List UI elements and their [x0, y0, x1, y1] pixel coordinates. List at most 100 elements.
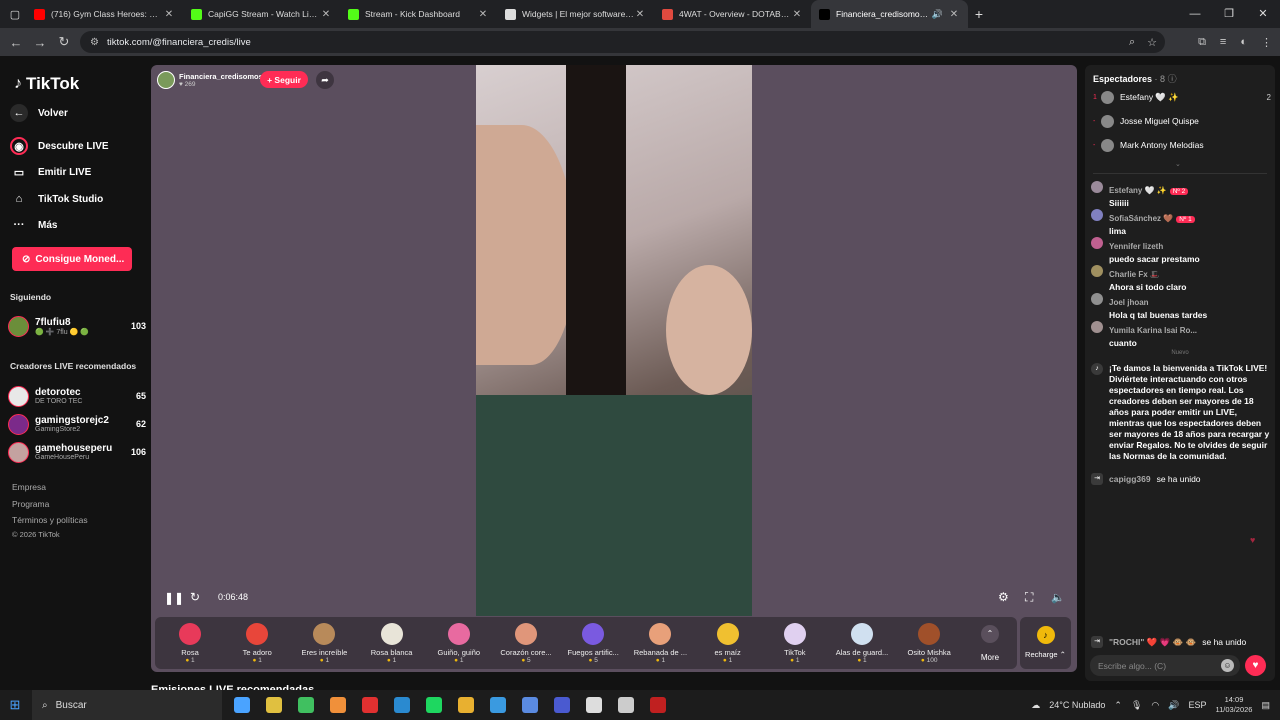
taskbar-app-icon[interactable]: [642, 690, 674, 720]
avatar[interactable]: [1091, 209, 1103, 221]
viewers-header[interactable]: Espectadores · 8 ⓘ: [1093, 72, 1177, 85]
notifications-icon[interactable]: ▤: [1261, 700, 1270, 711]
wifi-icon[interactable]: ◠: [1151, 700, 1159, 711]
recommended-creator[interactable]: gamingstorejc2 GamingStore2 62: [8, 412, 146, 436]
browser-menu-icon[interactable]: ⋮: [1261, 36, 1272, 49]
avatar[interactable]: [1091, 265, 1103, 277]
taskbar-search[interactable]: ⌕ Buscar: [32, 690, 222, 720]
weather-text[interactable]: 24°C Nublado: [1049, 700, 1105, 710]
speaker-icon[interactable]: 🔊: [932, 9, 943, 20]
gift-item[interactable]: Rebanada de ... ● 1: [627, 617, 693, 669]
info-icon[interactable]: ⓘ: [1168, 74, 1177, 84]
nav-volver[interactable]: ← Volver: [10, 104, 140, 122]
minimize-button[interactable]: —: [1178, 0, 1212, 28]
url-text[interactable]: tiktok.com/@financiera_credis/live: [107, 37, 251, 48]
chat-username[interactable]: SofiaSánchez 🤎: [1109, 214, 1173, 223]
profile-avatar-icon[interactable]: ◐: [1240, 36, 1247, 48]
taskbar-app-icon[interactable]: [578, 690, 610, 720]
like-heart-button[interactable]: ♥: [1245, 655, 1266, 676]
chevron-down-icon[interactable]: ⌄: [1175, 160, 1181, 168]
viewer-row[interactable]: - Mark Antony Melodias: [1093, 137, 1271, 153]
gift-item[interactable]: Osito Mishka ● 100: [896, 617, 962, 669]
nav-emitir-live[interactable]: ▭ Emitir LIVE: [10, 163, 140, 181]
gift-item[interactable]: Rosa ● 1: [157, 617, 223, 669]
footer-programa[interactable]: Programa: [12, 499, 49, 509]
taskbar-app-icon[interactable]: [450, 690, 482, 720]
comment-input[interactable]: Escribe algo... (C) ☺: [1090, 655, 1240, 676]
gift-item[interactable]: Corazón core... ● 5: [493, 617, 559, 669]
close-tab-icon[interactable]: ✕: [320, 9, 332, 20]
clock[interactable]: 14:09 11/03/2026: [1216, 695, 1253, 715]
taskbar-app-icon[interactable]: [258, 690, 290, 720]
taskbar-app-icon[interactable]: [610, 690, 642, 720]
nav-mas[interactable]: ··· Más: [10, 216, 140, 234]
fullscreen-icon[interactable]: ⛶: [1025, 590, 1033, 605]
gift-item[interactable]: Alas de guard... ● 1: [829, 617, 895, 669]
back-button[interactable]: ←: [4, 35, 28, 50]
tab-search-icon[interactable]: ▢: [4, 3, 26, 25]
avatar[interactable]: [1091, 321, 1103, 333]
browser-tab[interactable]: Financiera_credisomos (@fin🔊✕: [811, 0, 968, 28]
gift-item[interactable]: Guiño, guiño ● 1: [426, 617, 492, 669]
chat-username[interactable]: Yennifer lizeth: [1109, 242, 1163, 251]
avatar[interactable]: [1091, 181, 1103, 193]
recommended-creator[interactable]: detorotec DE TORO TEC 65: [8, 384, 146, 408]
taskbar-app-icon[interactable]: [514, 690, 546, 720]
windows-start-icon[interactable]: ⊞: [0, 697, 30, 713]
volume-icon[interactable]: 🔊: [1168, 700, 1179, 711]
taskbar-app-icon[interactable]: [418, 690, 450, 720]
more-gifts-button[interactable]: ⌃ More: [970, 625, 1010, 662]
avatar[interactable]: [1091, 237, 1103, 249]
taskbar-app-icon[interactable]: [322, 690, 354, 720]
pause-icon[interactable]: ❚❚: [164, 591, 184, 605]
chat-username[interactable]: Estefany 🤍 ✨: [1109, 186, 1167, 195]
site-info-icon[interactable]: ⚙: [90, 37, 99, 48]
chat-username[interactable]: Charlie Fx 🎩: [1109, 270, 1160, 279]
recommended-creator[interactable]: gamehouseperu GameHousePeru 106: [8, 440, 146, 464]
language-indicator[interactable]: ESP: [1188, 700, 1206, 710]
tiktok-logo[interactable]: ♪ TikTok: [14, 74, 79, 94]
recharge-button[interactable]: ♪ Recharge ⌃: [1020, 617, 1071, 669]
zoom-icon[interactable]: ⌕: [1129, 36, 1135, 49]
share-icon[interactable]: ➦: [316, 71, 334, 89]
live-player[interactable]: Financiera_credisomos ♥ 269 + Seguir ➦ ❚…: [151, 65, 1077, 672]
browser-tab[interactable]: (716) Gym Class Heroes: Stereo ✕: [26, 0, 183, 28]
host-avatar[interactable]: [157, 71, 175, 89]
browser-tab[interactable]: CapiGG Stream - Watch Live on ✕: [183, 0, 340, 28]
extensions-icon[interactable]: ⧉: [1198, 36, 1206, 49]
viewer-row[interactable]: - Josse Miguel Quispe: [1093, 113, 1271, 129]
following-creator[interactable]: 7flufiu8 🟢 ➕ 7flu 🟡 🟢 103: [8, 314, 146, 338]
bookmark-star-icon[interactable]: ☆: [1147, 36, 1157, 49]
browser-tab[interactable]: 4WAT - Overview - DOTABUFF ✕: [654, 0, 811, 28]
reload-button[interactable]: ↻: [52, 34, 76, 50]
gift-item[interactable]: Fuegos artific... ● 5: [560, 617, 626, 669]
forward-button[interactable]: →: [28, 35, 52, 50]
browser-tab[interactable]: Stream - Kick Dashboard ✕: [340, 0, 497, 28]
nav-descubre-live[interactable]: ◉ Descubre LIVE: [10, 137, 140, 155]
close-tab-icon[interactable]: ✕: [477, 9, 489, 20]
live-video[interactable]: [476, 65, 752, 616]
footer-terminos[interactable]: Términos y políticas: [12, 515, 88, 525]
refresh-icon[interactable]: ↻: [190, 590, 200, 604]
gift-item[interactable]: Rosa blanca ● 1: [359, 617, 425, 669]
omnibox[interactable]: ⚙ tiktok.com/@financiera_credis/live ⌕ ☆: [80, 31, 1165, 53]
avatar[interactable]: [1091, 293, 1103, 305]
gift-item[interactable]: Te adoro ● 1: [224, 617, 290, 669]
taskbar-app-icon[interactable]: [290, 690, 322, 720]
close-tab-icon[interactable]: ✕: [791, 9, 803, 20]
taskbar-app-icon[interactable]: [226, 690, 258, 720]
media-controls-icon[interactable]: ≡: [1220, 36, 1226, 48]
browser-tab[interactable]: Widgets | El mejor software para ✕: [497, 0, 654, 28]
emoji-icon[interactable]: ☺: [1221, 659, 1234, 672]
weather-icon[interactable]: ☁: [1031, 700, 1040, 711]
gift-item[interactable]: TikTok ● 1: [762, 617, 828, 669]
settings-gear-icon[interactable]: ⚙: [998, 590, 1009, 604]
restore-button[interactable]: ❐: [1212, 0, 1246, 28]
get-coins-button[interactable]: ⊘ Consigue Moned...: [12, 247, 132, 271]
close-tab-icon[interactable]: ✕: [163, 9, 175, 20]
host-name[interactable]: Financiera_credisomos: [179, 72, 263, 81]
gift-item[interactable]: Eres increíble ● 1: [291, 617, 357, 669]
viewer-row[interactable]: 1 Estefany 🤍 ✨ 2: [1093, 89, 1271, 105]
close-tab-icon[interactable]: ✕: [634, 9, 646, 20]
chat-username[interactable]: Yumila Karina Isai Ro...: [1109, 326, 1197, 335]
